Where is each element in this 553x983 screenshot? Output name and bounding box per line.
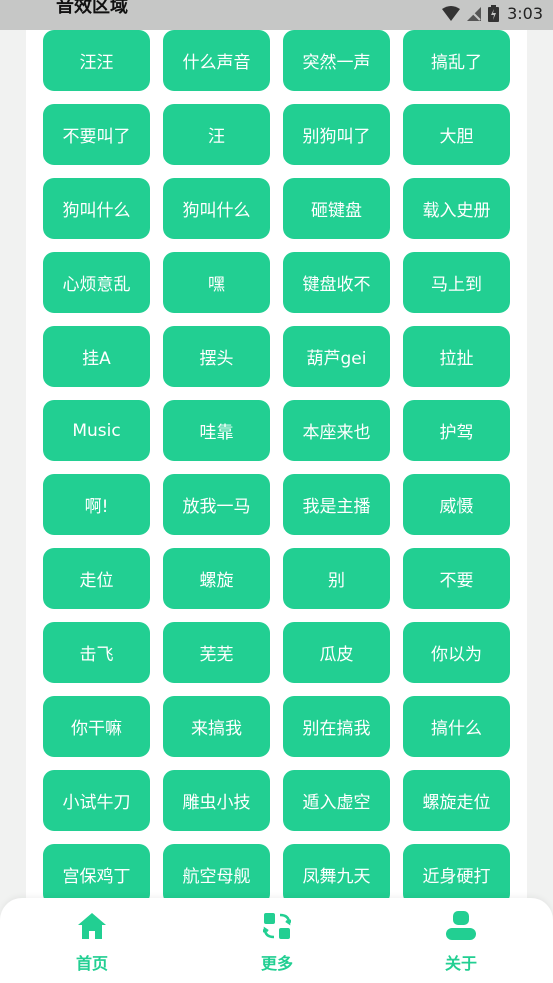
bottom-nav: 首页 更多 关于 — [0, 898, 553, 983]
sound-button[interactable]: 搞乱了 — [403, 30, 510, 91]
sound-button[interactable]: 马上到 — [403, 252, 510, 313]
sound-button[interactable]: 放我一马 — [163, 474, 270, 535]
sound-button[interactable]: 汪汪 — [43, 30, 150, 91]
sound-button[interactable]: 键盘收不 — [283, 252, 390, 313]
sound-button[interactable]: 螺旋走位 — [403, 770, 510, 831]
wifi-icon — [442, 5, 461, 22]
sound-button[interactable]: 狗叫什么 — [163, 178, 270, 239]
nav-label-about: 关于 — [444, 954, 477, 973]
sound-button[interactable]: 不要叫了 — [43, 104, 150, 165]
sound-button[interactable]: 小试牛刀 — [43, 770, 150, 831]
home-icon — [57, 910, 127, 942]
status-icons: 3:03 — [442, 4, 543, 23]
sound-button[interactable]: 别 — [283, 548, 390, 609]
sound-button[interactable]: 本座来也 — [283, 400, 390, 461]
sound-button[interactable]: 载入史册 — [403, 178, 510, 239]
nav-home[interactable]: 首页 — [57, 910, 127, 974]
sound-button[interactable]: 挂A — [43, 326, 150, 387]
sound-button[interactable]: 凤舞九天 — [283, 844, 390, 905]
sound-button[interactable]: 汪 — [163, 104, 270, 165]
nav-about[interactable]: 关于 — [426, 910, 496, 974]
sound-button-grid: 汪汪 什么声音 突然一声 搞乱了 不要叫了汪别狗叫了 大胆 狗叫什么 狗叫什么 砸键盘 载入史册心… — [43, 30, 511, 905]
sound-button[interactable]: 哇靠 — [163, 400, 270, 461]
status-bar: 音效区域 3:03 — [0, 0, 553, 30]
sound-button[interactable]: 心烦意乱 — [43, 252, 150, 313]
sound-button[interactable]: 你以为 — [403, 622, 510, 683]
signal-icon — [466, 6, 482, 22]
sound-button[interactable]: 走位 — [43, 548, 150, 609]
sound-button[interactable]: 芜芜 — [163, 622, 270, 683]
sound-button[interactable]: 威慑 — [403, 474, 510, 535]
sound-button[interactable]: 啊! — [43, 474, 150, 535]
sound-button[interactable]: 宫保鸡丁 — [43, 844, 150, 905]
sound-button[interactable]: 雕虫小技 — [163, 770, 270, 831]
sound-button[interactable]: 拉扯 — [403, 326, 510, 387]
nav-label-more: 更多 — [260, 954, 293, 973]
section-title: 音效区域 — [56, 0, 128, 17]
sound-button[interactable]: 螺旋 — [163, 548, 270, 609]
sound-button[interactable]: 不要 — [403, 548, 510, 609]
sound-button[interactable]: 摆头 — [163, 326, 270, 387]
sound-button[interactable]: 别狗叫了 — [283, 104, 390, 165]
sound-button[interactable]: Music — [43, 400, 150, 461]
sound-button[interactable]: 搞什么 — [403, 696, 510, 757]
sound-button[interactable]: 葫芦gei — [283, 326, 390, 387]
user-icon — [426, 910, 496, 942]
sound-button[interactable]: 遁入虚空 — [283, 770, 390, 831]
clock: 3:03 — [507, 4, 543, 23]
sound-button[interactable]: 你干嘛 — [43, 696, 150, 757]
sound-button[interactable]: 大胆 — [403, 104, 510, 165]
sound-button[interactable]: 瓜皮 — [283, 622, 390, 683]
nav-more[interactable]: 更多 — [242, 910, 312, 974]
sound-button[interactable]: 近身硬打 — [403, 844, 510, 905]
nav-label-home: 首页 — [75, 954, 108, 973]
sound-button[interactable]: 别在搞我 — [283, 696, 390, 757]
sound-button[interactable]: 嘿 — [163, 252, 270, 313]
refresh-grid-icon — [242, 910, 312, 942]
sound-button[interactable]: 击飞 — [43, 622, 150, 683]
sound-button[interactable]: 航空母舰 — [163, 844, 270, 905]
battery-icon — [488, 5, 500, 22]
sound-button[interactable]: 突然一声 — [283, 30, 390, 91]
sound-button[interactable]: 狗叫什么 — [43, 178, 150, 239]
sound-button[interactable]: 我是主播 — [283, 474, 390, 535]
sound-button[interactable]: 什么声音 — [163, 30, 270, 91]
sound-button[interactable]: 砸键盘 — [283, 178, 390, 239]
sound-button[interactable]: 护驾 — [403, 400, 510, 461]
sound-button[interactable]: 来搞我 — [163, 696, 270, 757]
